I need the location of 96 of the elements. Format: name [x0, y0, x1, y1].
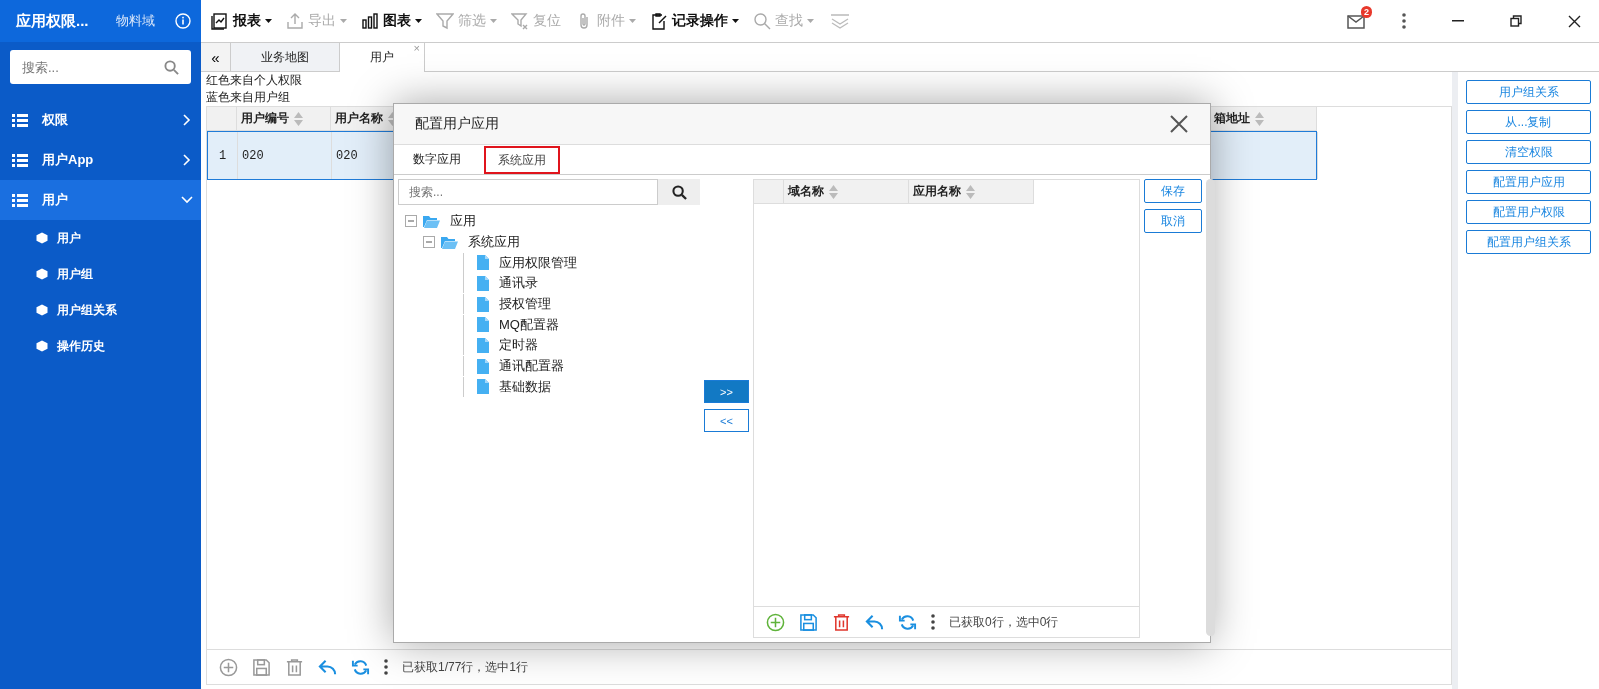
nav-subitem[interactable]: 操作历史: [0, 328, 201, 364]
search-icon[interactable]: [164, 60, 179, 75]
tree-item[interactable]: 通讯配置器: [499, 357, 564, 376]
mail-button[interactable]: 2: [1347, 6, 1372, 29]
dialog-button[interactable]: 保存: [1144, 179, 1202, 203]
more-icon[interactable]: [384, 659, 388, 675]
app-title: 应用权限...: [16, 11, 90, 31]
chevron-icon[interactable]: [183, 154, 191, 166]
tree-item[interactable]: 定时器: [499, 336, 538, 355]
list-icon: [12, 153, 28, 167]
collapse-button[interactable]: «: [201, 43, 231, 71]
move-button[interactable]: >>: [704, 380, 749, 403]
tab[interactable]: 业务地图: [231, 43, 340, 71]
tab[interactable]: 用户 ×: [340, 43, 425, 72]
chevron-icon[interactable]: [183, 114, 191, 126]
undo-icon[interactable]: [318, 657, 337, 677]
scrollbar[interactable]: [1206, 179, 1215, 636]
list-icon: [12, 113, 28, 127]
status-text: 已获取0行，选中0行: [949, 613, 1059, 631]
status-text: 已获取1/77行，选中1行: [402, 658, 529, 676]
folder-icon: [423, 214, 440, 228]
refresh-icon[interactable]: [351, 657, 370, 677]
collapse-toggle[interactable]: [405, 215, 417, 228]
nav-subitem[interactable]: 用户组关系: [0, 292, 201, 328]
filter-icon: [436, 12, 454, 30]
nav-item[interactable]: 权限: [0, 100, 201, 140]
toolbar-button[interactable]: 记录操作: [646, 12, 749, 30]
hexagon-icon: [36, 340, 48, 352]
hexagon-icon: [36, 232, 48, 244]
add-icon[interactable]: [766, 612, 785, 632]
toolbar-button[interactable]: 图表: [357, 12, 432, 30]
column-header[interactable]: 用户名称: [335, 110, 383, 127]
collapse-icon[interactable]: [830, 13, 850, 29]
move-button[interactable]: <<: [704, 409, 749, 432]
more-icon[interactable]: [931, 614, 935, 630]
delete-icon[interactable]: [832, 612, 851, 632]
clear-filter-icon: [511, 12, 529, 30]
file-icon: [477, 358, 489, 374]
tree-item[interactable]: 通讯录: [499, 274, 538, 293]
legend-note: 蓝色来自用户组: [206, 89, 291, 106]
search-icon: [671, 184, 687, 200]
refresh-icon[interactable]: [898, 612, 917, 632]
action-button[interactable]: 配置用户权限: [1466, 200, 1591, 224]
file-icon: [477, 379, 489, 395]
dialog-button[interactable]: 取消: [1144, 209, 1202, 233]
tree-item[interactable]: 应用权限管理: [499, 253, 577, 272]
folder-icon: [441, 235, 458, 249]
row-number: 1: [208, 132, 238, 179]
tab[interactable]: 系统应用: [484, 146, 560, 174]
action-button[interactable]: 配置用户组关系: [1466, 230, 1591, 254]
info-icon[interactable]: [175, 13, 191, 29]
edit-document-icon: [650, 12, 668, 30]
undo-icon[interactable]: [865, 612, 884, 632]
list-icon: [12, 193, 28, 207]
legend-note: 红色来自个人权限: [206, 72, 303, 89]
action-button[interactable]: 用户组关系: [1466, 80, 1591, 104]
bar-chart-icon: [361, 12, 379, 30]
nav-item[interactable]: 用户App: [0, 140, 201, 180]
file-icon: [477, 337, 489, 353]
action-button[interactable]: 配置用户应用: [1466, 170, 1591, 194]
save-icon[interactable]: [799, 612, 818, 632]
table-cell: 020: [238, 132, 332, 179]
tree-item[interactable]: MQ配置器: [499, 315, 559, 334]
search-field[interactable]: 搜索...: [398, 179, 658, 205]
search-icon: [753, 12, 771, 30]
hexagon-icon: [36, 304, 48, 316]
minimize-icon[interactable]: [1452, 20, 1464, 22]
action-button[interactable]: 从...复制: [1466, 110, 1591, 134]
file-icon: [477, 255, 489, 271]
tab[interactable]: 数字应用: [400, 146, 474, 174]
toolbar-button[interactable]: 报表: [207, 12, 282, 30]
more-icon[interactable]: [1402, 13, 1406, 29]
file-icon: [477, 317, 489, 333]
tree-item[interactable]: 应用: [450, 212, 476, 231]
restore-icon[interactable]: [1510, 15, 1522, 27]
search-button[interactable]: [658, 179, 700, 205]
file-icon: [477, 275, 489, 291]
close-icon[interactable]: [1568, 14, 1581, 28]
action-button[interactable]: 清空权限: [1466, 140, 1591, 164]
nav-item[interactable]: 用户: [0, 180, 201, 220]
nav-subitem[interactable]: 用户: [0, 220, 201, 256]
close-icon[interactable]: [1170, 115, 1188, 133]
chevron-icon[interactable]: [181, 196, 193, 204]
tree-item[interactable]: 系统应用: [468, 233, 520, 252]
tree-item[interactable]: 基础数据: [499, 377, 551, 396]
search-field[interactable]: 搜索...: [10, 50, 191, 84]
upload-icon: [286, 12, 304, 30]
dialog-title: 配置用户应用: [415, 115, 499, 133]
nav-subitem[interactable]: 用户组: [0, 256, 201, 292]
hexagon-icon: [36, 268, 48, 280]
mail-badge: 2: [1361, 6, 1372, 18]
report-icon: [211, 12, 229, 30]
tree-item[interactable]: 授权管理: [499, 295, 551, 314]
collapse-toggle[interactable]: [423, 236, 435, 249]
domain-label: 物料域: [116, 12, 155, 30]
file-icon: [477, 296, 489, 312]
